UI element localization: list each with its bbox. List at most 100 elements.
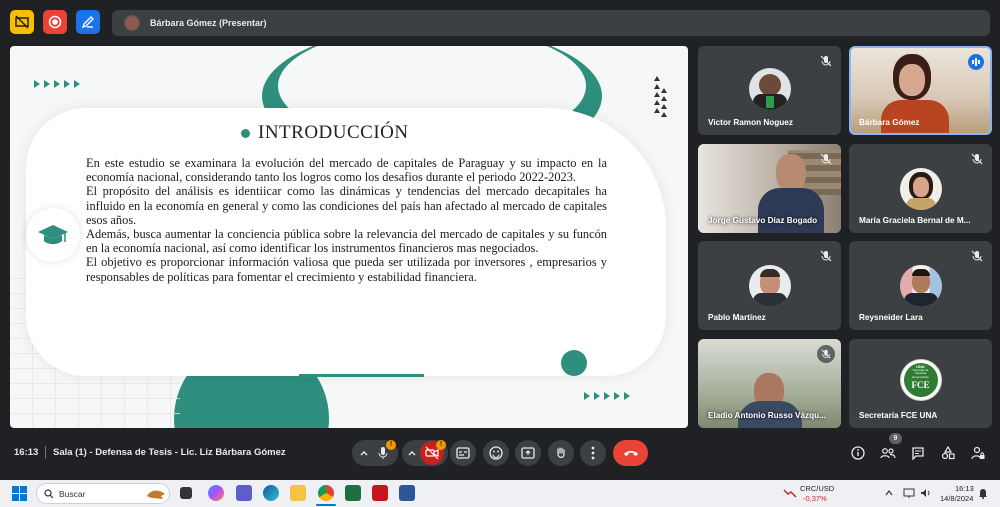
participant-tile[interactable]: Pablo Martínez bbox=[698, 241, 841, 330]
participant-name: Bárbara Gómez bbox=[859, 118, 920, 127]
participant-tile[interactable]: María Graciela Bernal de M... bbox=[849, 144, 992, 233]
teams-icon[interactable] bbox=[236, 485, 252, 501]
copilot-icon[interactable] bbox=[208, 485, 224, 501]
meeting-details-button[interactable] bbox=[850, 445, 866, 461]
participant-name: Pablo Martínez bbox=[708, 313, 766, 322]
presenter-name: Bárbara Gómez (Presentar) bbox=[150, 18, 267, 28]
word-icon[interactable] bbox=[399, 485, 415, 501]
volume-icon[interactable] bbox=[920, 488, 932, 498]
slide-decor-arrows-bottom bbox=[584, 392, 630, 400]
activities-button[interactable] bbox=[940, 445, 956, 461]
emoji-icon bbox=[489, 446, 503, 460]
video-person-face bbox=[776, 154, 806, 192]
slide-paragraph: En este estudio se examinara la evolució… bbox=[86, 156, 607, 185]
search-icon bbox=[44, 489, 54, 499]
presenter-bar: Bárbara Gómez (Presentar) bbox=[112, 10, 990, 36]
mic-off-icon bbox=[821, 349, 831, 359]
notification-bell-icon[interactable] bbox=[978, 488, 988, 499]
mic-off-badge bbox=[817, 345, 835, 363]
network-icon[interactable] bbox=[903, 488, 915, 498]
screen-share-off-icon bbox=[15, 15, 29, 29]
mic-off-icon bbox=[971, 250, 983, 262]
windows-start-icon[interactable] bbox=[12, 486, 27, 501]
mic-off-icon bbox=[971, 153, 983, 165]
lock-person-icon bbox=[971, 446, 985, 460]
chevron-up-icon[interactable] bbox=[359, 448, 369, 458]
meeting-time: 16:13 bbox=[14, 447, 39, 458]
video-person-body bbox=[758, 188, 824, 233]
participant-tile-speaking[interactable]: Bárbara Gómez bbox=[849, 46, 992, 135]
record-icon bbox=[48, 15, 62, 29]
reactions-button[interactable] bbox=[483, 440, 509, 466]
presentation-slide: INTRODUCCIÓN En este estudio se examinar… bbox=[10, 46, 688, 428]
more-vert-icon bbox=[591, 446, 595, 460]
hand-icon bbox=[557, 447, 565, 459]
participant-name: Reysneider Lara bbox=[859, 313, 923, 322]
video-person-face bbox=[899, 64, 925, 96]
avatar bbox=[748, 265, 791, 307]
mic-off-icon bbox=[820, 55, 832, 67]
meeting-title: Sala (1) - Defensa de Tesis - Lic. Liz B… bbox=[53, 447, 286, 458]
leave-call-button[interactable] bbox=[613, 440, 648, 466]
participant-tile[interactable]: Victor Ramon Noguez bbox=[698, 46, 841, 135]
raise-hand-button[interactable] bbox=[548, 440, 574, 466]
warning-badge: ! bbox=[386, 440, 396, 450]
participant-name: Jorge Gustavo Díaz Bogado bbox=[708, 216, 818, 225]
participant-name: María Graciela Bernal de M... bbox=[859, 216, 971, 225]
meet-window: Bárbara Gómez (Presentar) INTRODUCCIÓN E… bbox=[0, 0, 1000, 507]
search-highlight-icon bbox=[147, 490, 165, 499]
clock-time[interactable]: 16:13 bbox=[955, 484, 974, 493]
mic-control[interactable]: ! bbox=[352, 440, 398, 466]
slide-paragraph: El propósito del análisis es identiicar … bbox=[86, 184, 607, 227]
participant-tile[interactable]: UNA Facultad de Ciencias Económicas FCE Se… bbox=[849, 339, 992, 428]
participant-tile[interactable]: Jorge Gustavo Díaz Bogado bbox=[698, 144, 841, 233]
stock-ticker[interactable]: CRC/USD bbox=[800, 484, 834, 493]
participant-tile[interactable]: Reysneider Lara bbox=[849, 241, 992, 330]
avatar bbox=[899, 168, 942, 210]
chevron-up-icon[interactable] bbox=[407, 448, 417, 458]
avatar bbox=[899, 265, 942, 307]
presenter-avatar bbox=[124, 15, 140, 31]
slide-title: INTRODUCCIÓN bbox=[258, 122, 409, 143]
windows-taskbar: Buscar bbox=[0, 480, 1000, 507]
stop-sharing-button[interactable] bbox=[10, 10, 34, 34]
edge-icon[interactable] bbox=[263, 485, 279, 501]
taskbar-search[interactable]: Buscar bbox=[36, 483, 170, 504]
mic-off-icon bbox=[820, 250, 832, 262]
camera-control[interactable]: ! bbox=[402, 440, 448, 466]
record-button[interactable] bbox=[43, 10, 67, 34]
warning-badge: ! bbox=[436, 440, 446, 450]
audio-level-icon bbox=[972, 58, 980, 66]
slide-decor-triangles bbox=[654, 76, 667, 117]
separator bbox=[45, 446, 46, 459]
active-app-indicator bbox=[316, 504, 336, 506]
logo-lines: Facultad de Ciencias Económicas bbox=[912, 368, 929, 379]
chrome-icon[interactable] bbox=[318, 485, 334, 501]
whiteboard-button[interactable] bbox=[76, 10, 100, 34]
excel-icon[interactable] bbox=[345, 485, 361, 501]
present-screen-icon bbox=[521, 447, 535, 459]
people-button[interactable] bbox=[880, 445, 896, 461]
chat-button[interactable] bbox=[910, 445, 926, 461]
stock-chart-icon bbox=[783, 489, 797, 498]
mic-off-icon bbox=[820, 153, 832, 165]
participant-name: Secretaría FCE UNA bbox=[859, 411, 938, 420]
chevron-up-icon[interactable] bbox=[884, 489, 894, 497]
search-placeholder: Buscar bbox=[59, 489, 86, 499]
participant-name: Victor Ramon Noguez bbox=[708, 118, 793, 127]
participant-tile[interactable]: Eladio Antonio Russo Vázqu... bbox=[698, 339, 841, 428]
slide-decor-dot bbox=[561, 350, 587, 376]
clock-date[interactable]: 14/8/2024 bbox=[940, 494, 973, 503]
task-view-icon[interactable] bbox=[180, 487, 192, 499]
slide-body: En este estudio se examinara la evolució… bbox=[86, 156, 607, 284]
more-options-button[interactable] bbox=[580, 440, 606, 466]
captions-button[interactable] bbox=[450, 440, 476, 466]
file-explorer-icon[interactable] bbox=[290, 485, 306, 501]
host-controls-button[interactable] bbox=[970, 445, 986, 461]
present-button[interactable] bbox=[515, 440, 541, 466]
shapes-icon bbox=[941, 446, 955, 460]
acrobat-icon[interactable] bbox=[372, 485, 388, 501]
pencil-icon bbox=[81, 16, 94, 29]
slide-paragraph: Además, busca aumentar la conciencia púb… bbox=[86, 227, 607, 256]
graduation-badge bbox=[26, 208, 80, 262]
